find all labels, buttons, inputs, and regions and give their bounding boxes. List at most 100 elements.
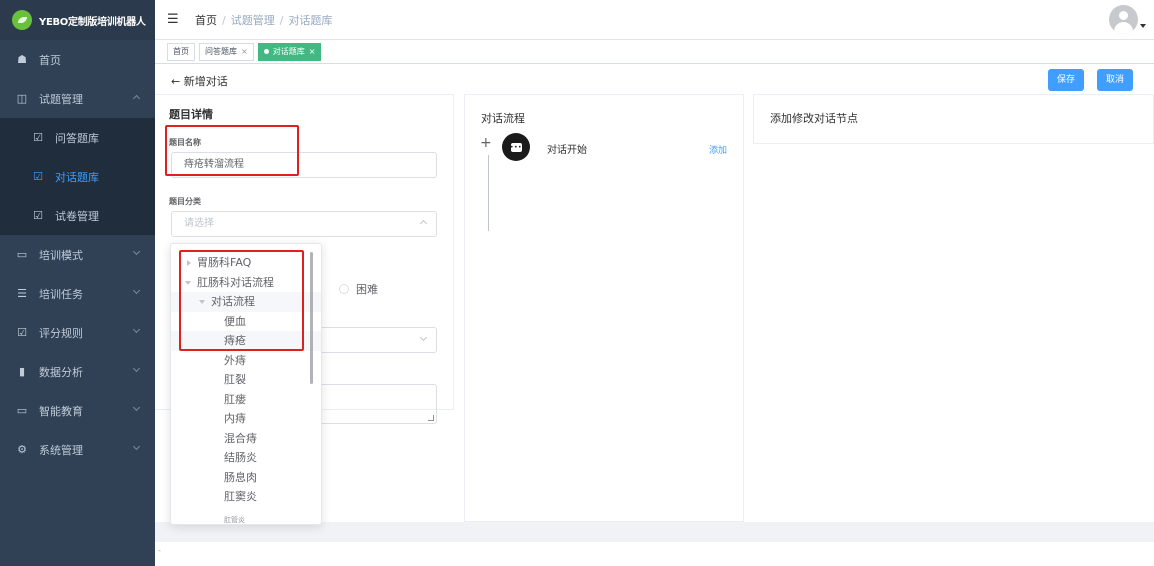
sidebar-item-label: 培训任务 xyxy=(39,287,83,301)
caret-down-icon[interactable] xyxy=(1140,24,1146,28)
add-node-link[interactable]: 添加 xyxy=(709,143,727,156)
list-icon: ☰ xyxy=(17,287,27,300)
breadcrumb-home[interactable]: 首页 xyxy=(195,14,217,27)
screen-icon: ▭ xyxy=(16,404,28,417)
sidebar-item-question-mgmt[interactable]: ◫ 试题管理 xyxy=(0,79,155,118)
tag-label: 首页 xyxy=(173,46,189,56)
tree-node-label: 外痔 xyxy=(224,353,246,367)
tree-node[interactable]: 肠息肉 xyxy=(171,468,321,488)
tree-node[interactable]: 结肠炎 xyxy=(171,448,321,468)
tag-label: 问答题库 xyxy=(205,46,237,56)
hamburger-icon[interactable]: ☰ xyxy=(167,12,179,27)
tree-node-label: 混合痔 xyxy=(224,431,257,445)
sidebar-item-home[interactable]: ☗ 首页 xyxy=(0,40,155,79)
sidebar-item-dialog-bank[interactable]: ☑ 对话题库 xyxy=(0,157,155,196)
sidebar-item-qa-bank[interactable]: ☑ 问答题库 xyxy=(0,118,155,157)
edit-icon: ☑ xyxy=(17,326,27,339)
sidebar-item-training-task[interactable]: ☰ 培训任务 xyxy=(0,274,155,313)
active-dot-icon xyxy=(263,49,269,54)
tree-node[interactable]: 肛窦炎 xyxy=(171,487,321,507)
chevron-down-icon xyxy=(132,442,141,451)
category-placeholder: 请选择 xyxy=(184,218,214,229)
tag-dialog-bank[interactable]: 对话题库 × xyxy=(257,42,322,61)
tag-label: 对话题库 xyxy=(272,46,305,56)
brand-name: YEBO定制版培训机器人 xyxy=(39,16,146,28)
close-icon[interactable]: × xyxy=(309,44,316,60)
annotation-box xyxy=(179,250,304,351)
footer-text: - xyxy=(158,546,161,555)
save-button[interactable]: 保存 xyxy=(1048,69,1085,91)
tree-node-label: 内痔 xyxy=(224,412,246,425)
tree-node-label: 肛瘘 xyxy=(224,392,246,406)
breadcrumb-separator: / xyxy=(222,13,226,27)
radio-circle-icon xyxy=(339,284,349,294)
sidebar-item-label: 智能教育 xyxy=(39,404,83,418)
tree-node[interactable]: 混合痔 xyxy=(171,429,321,449)
tree-node-label: 结肠炎 xyxy=(224,451,257,464)
tree-node[interactable]: 外痔 xyxy=(171,351,321,371)
radio-label: 困难 xyxy=(356,283,378,296)
chat-bubble-icon: ••• xyxy=(502,133,530,161)
breadcrumb-level2: 对话题库 xyxy=(288,13,333,27)
bottom-bar: - xyxy=(155,542,1154,566)
gear-icon: ⚙ xyxy=(17,443,27,456)
footer-strip xyxy=(155,522,1154,542)
tree-node-partial: 肛管炎 xyxy=(224,516,245,524)
tag-qa-bank[interactable]: 问答题库 × xyxy=(199,42,254,61)
node-edit-panel: 添加修改对话节点 xyxy=(753,94,1154,144)
sidebar-item-label: 试题管理 xyxy=(39,92,83,106)
sidebar-item-label: 试卷管理 xyxy=(55,209,99,223)
panel-title: 对话流程 xyxy=(481,112,525,125)
edit-icon: ☑ xyxy=(33,209,43,222)
bar-chart-icon: ▮ xyxy=(18,365,26,378)
cancel-button[interactable]: 取消 xyxy=(1097,69,1134,91)
category-select[interactable]: 请选择 xyxy=(171,211,437,237)
book-icon: ◫ xyxy=(16,92,28,105)
chevron-down-icon xyxy=(132,403,141,412)
sidebar-item-label: 系统管理 xyxy=(39,443,83,457)
tree-node[interactable]: 肛瘘 xyxy=(171,390,321,410)
flow-connector xyxy=(488,155,489,231)
chevron-down-icon xyxy=(132,286,141,295)
sidebar-item-paper-mgmt[interactable]: ☑ 试卷管理 xyxy=(0,196,155,235)
tree-node[interactable]: 内痔 xyxy=(171,409,321,429)
edit-icon: ☑ xyxy=(33,131,43,144)
tree-node-label: 肠息肉 xyxy=(224,470,257,484)
chevron-up-icon xyxy=(132,94,141,103)
sidebar-item-label: 问答题库 xyxy=(55,131,99,145)
chevron-down-icon xyxy=(419,333,428,342)
tag-home[interactable]: 首页 xyxy=(167,42,195,61)
top-navbar: ☰ 首页 / 试题管理 / 对话题库 xyxy=(155,0,1154,40)
chevron-down-icon xyxy=(132,364,141,373)
chevron-down-icon xyxy=(132,325,141,334)
close-icon[interactable]: × xyxy=(241,44,248,60)
sidebar-item-system-mgmt[interactable]: ⚙ 系统管理 xyxy=(0,430,155,469)
monitor-icon: ▭ xyxy=(16,248,28,261)
back-link[interactable]: ← 新增对话 xyxy=(171,73,228,89)
submenu-question-mgmt: ☑ 问答题库 ☑ 对话题库 ☑ 试卷管理 xyxy=(0,118,155,235)
user-avatar-icon[interactable] xyxy=(1109,5,1138,34)
breadcrumb-level1: 试题管理 xyxy=(230,13,275,27)
sidebar-item-smart-education[interactable]: ▭ 智能教育 xyxy=(0,391,155,430)
panel-title: 题目详情 xyxy=(169,108,213,121)
breadcrumb-separator: / xyxy=(279,13,284,27)
category-field-label: 题目分类 xyxy=(169,197,201,206)
sidebar-item-data-analysis[interactable]: ▮ 数据分析 xyxy=(0,352,155,391)
flow-node-label[interactable]: 对话开始 xyxy=(547,141,587,156)
chevron-up-icon xyxy=(419,219,428,228)
tree-node[interactable]: 肛裂 xyxy=(171,370,321,390)
expand-plus-icon[interactable]: + xyxy=(480,136,492,150)
annotation-box xyxy=(165,125,299,176)
brand-logo[interactable]: YEBO定制版培训机器人 xyxy=(0,0,155,40)
sidebar-item-label: 培训模式 xyxy=(39,248,83,262)
dropdown-scrollbar[interactable] xyxy=(310,252,313,384)
sidebar-item-scoring-rules[interactable]: ☑ 评分规则 xyxy=(0,313,155,352)
sidebar-item-label: 首页 xyxy=(39,53,61,67)
sidebar-item-training-mode[interactable]: ▭ 培训模式 xyxy=(0,235,155,274)
difficulty-hard-radio[interactable]: 困难 xyxy=(339,281,378,297)
tree-node-label: 肛窦炎 xyxy=(224,490,257,503)
dashboard-icon: ☗ xyxy=(17,53,27,66)
dialog-flow-panel: 对话流程 + ••• 对话开始 添加 xyxy=(464,94,744,522)
sidebar-item-label: 对话题库 xyxy=(55,170,99,184)
leaf-logo-icon xyxy=(12,10,32,30)
